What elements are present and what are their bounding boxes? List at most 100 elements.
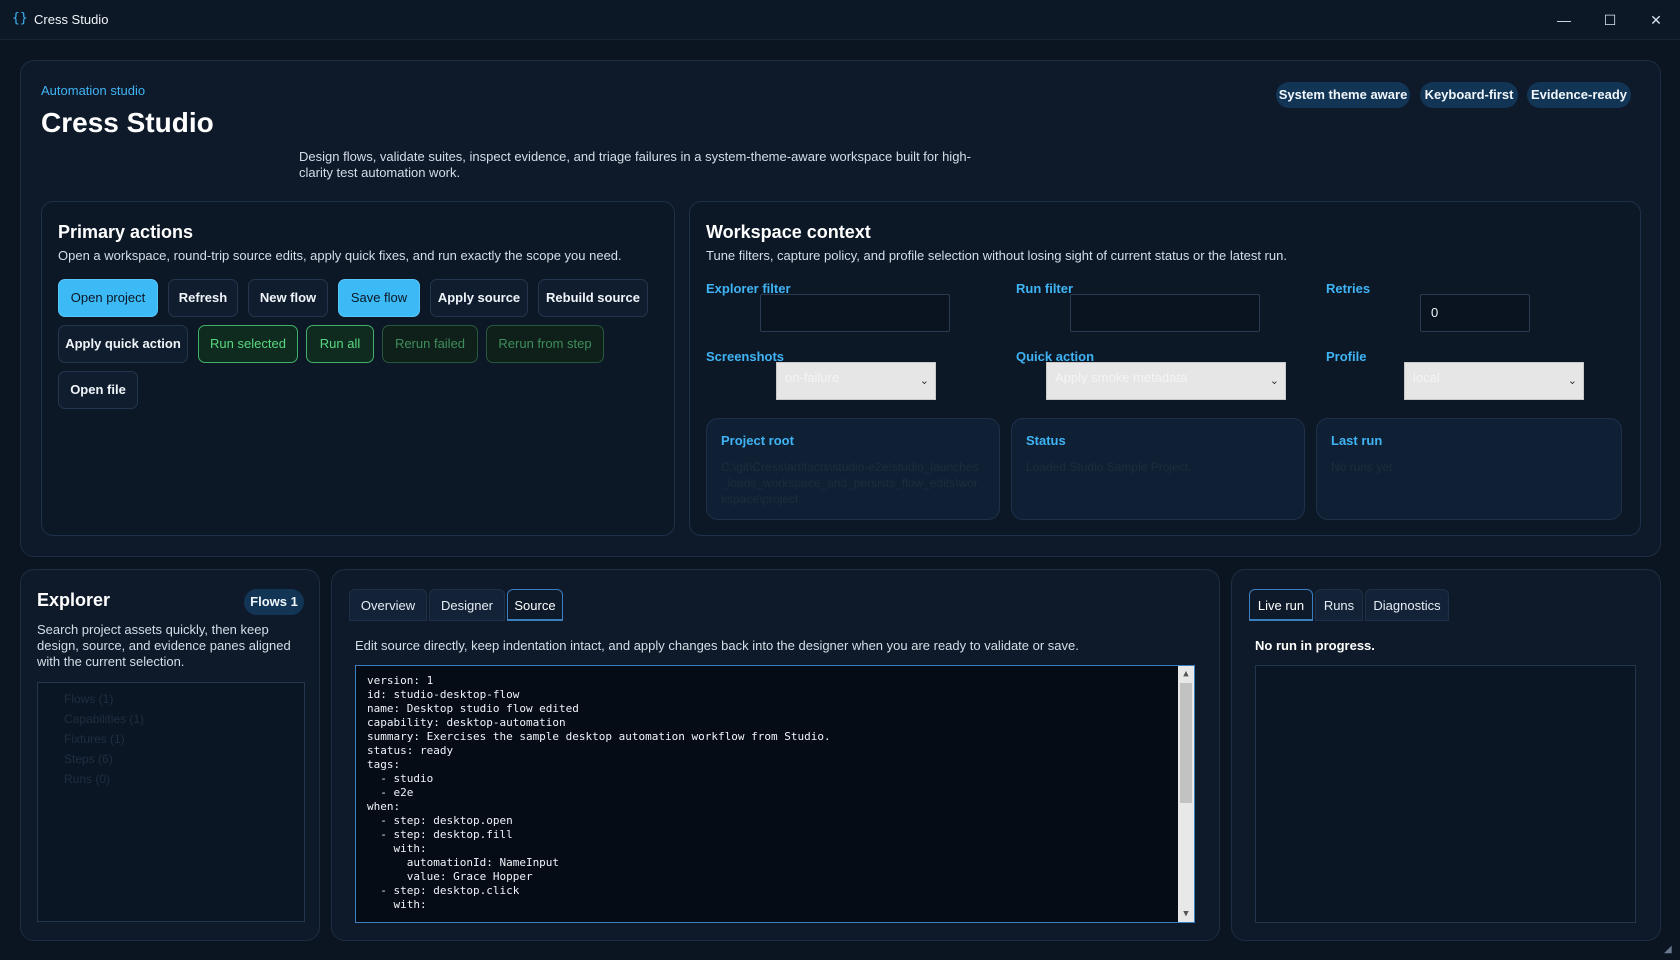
explorer-subtitle: Search project assets quickly, then keep… <box>37 622 291 669</box>
code-line: when: <box>367 800 401 813</box>
hero-eyebrow: Automation studio <box>41 83 146 98</box>
open-file-button[interactable]: Open file <box>58 371 138 409</box>
hero-description: Design flows, validate suites, inspect e… <box>299 149 971 180</box>
profile-label: Profile <box>1326 349 1367 364</box>
code-line: - step: desktop.fill <box>367 828 513 841</box>
minimize-icon[interactable]: — <box>1554 10 1574 30</box>
last-run-label: Last run <box>1331 433 1383 448</box>
run-status-text: No run in progress. <box>1255 638 1375 653</box>
scroll-thumb[interactable] <box>1180 683 1192 803</box>
chevron-down-icon: ⌄ <box>919 375 929 387</box>
retries-input[interactable]: 0 <box>1420 294 1530 332</box>
screenshots-select[interactable]: on-failure ⌄ <box>776 362 936 400</box>
tree-item-runs[interactable]: Runs (0) <box>64 772 110 786</box>
status-card: Status Loaded Studio Sample Project. <box>1011 418 1305 520</box>
screenshots-label: Screenshots <box>706 349 785 364</box>
explorer-title: Explorer <box>37 590 111 610</box>
project-root-value: C:\git\Cress\artifacts\studio-e2e\studio… <box>721 460 979 506</box>
new-flow-button[interactable]: New flow <box>248 279 328 317</box>
tab-runs[interactable]: Runs <box>1315 589 1363 621</box>
braces-icon: {} <box>12 11 28 26</box>
code-line: name: Desktop studio flow edited <box>367 702 579 715</box>
scroll-up-icon[interactable]: ▲ <box>1178 666 1194 682</box>
code-line: summary: Exercises the sample desktop au… <box>367 730 831 743</box>
rerun-from-step-button[interactable]: Rerun from step <box>486 325 604 363</box>
code-line: tags: <box>367 758 401 771</box>
code-line: - step: desktop.click <box>367 884 520 897</box>
chevron-down-icon: ⌄ <box>1567 375 1577 387</box>
run-filter-input[interactable] <box>1070 294 1260 332</box>
code-line: version: 1 <box>367 674 434 687</box>
editor-panel: Overview Designer Source Edit source dir… <box>331 569 1220 941</box>
tab-overview[interactable]: Overview <box>349 589 427 621</box>
flows-count-badge: Flows 1 <box>244 589 304 615</box>
primary-actions-card: Primary actions Open a workspace, round-… <box>41 201 675 536</box>
apply-quick-action-button[interactable]: Apply quick action <box>58 325 188 363</box>
workspace-context-title: Workspace context <box>706 222 871 242</box>
rerun-failed-button[interactable]: Rerun failed <box>382 325 478 363</box>
retries-label: Retries <box>1326 281 1371 296</box>
tree-item-steps[interactable]: Steps (6) <box>64 752 113 766</box>
scroll-down-icon[interactable]: ▼ <box>1178 906 1194 922</box>
page-title: Cress Studio <box>41 107 214 138</box>
tree-item-flows[interactable]: Flows (1) <box>64 692 113 706</box>
pill-evidence-ready: Evidence-ready <box>1527 82 1631 108</box>
source-hint: Edit source directly, keep indentation i… <box>355 638 1079 653</box>
resize-grip-icon[interactable]: ◢ <box>1664 944 1672 955</box>
code-line: value: Grace Hopper <box>367 870 533 883</box>
apply-source-button[interactable]: Apply source <box>430 279 528 317</box>
tab-live-run[interactable]: Live run <box>1249 589 1313 621</box>
tab-diagnostics[interactable]: Diagnostics <box>1365 589 1449 621</box>
project-root-label: Project root <box>721 433 794 448</box>
code-line: - step: desktop.open <box>367 814 513 827</box>
explorer-tree: Flows (1) Capabilities (1) Fixtures (1) … <box>37 682 305 922</box>
editor-scrollbar[interactable]: ▲ ▼ <box>1178 666 1194 922</box>
run-filter-label: Run filter <box>1016 281 1074 296</box>
last-run-card: Last run No runs yet <box>1316 418 1622 520</box>
code-line: - studio <box>367 772 434 785</box>
run-all-button[interactable]: Run all <box>306 325 374 363</box>
profile-select[interactable]: local ⌄ <box>1404 362 1584 400</box>
source-editor[interactable]: version: 1 id: studio-desktop-flow name: D… <box>355 665 1195 923</box>
code-line: id: studio-desktop-flow <box>367 688 520 701</box>
save-flow-button[interactable]: Save flow <box>338 279 420 317</box>
open-project-button[interactable]: Open project <box>58 279 158 317</box>
primary-actions-title: Primary actions <box>58 222 194 242</box>
window-title: Cress Studio <box>34 12 109 27</box>
pill-system-theme: System theme aware <box>1276 82 1410 108</box>
workspace-context-card: Workspace context Tune filters, capture … <box>689 201 1641 536</box>
code-line: automationId: NameInput <box>367 856 560 869</box>
primary-actions-subtitle: Open a workspace, round-trip source edit… <box>58 248 622 263</box>
code-line: with: <box>367 898 427 911</box>
screenshots-select-value: on-failure <box>785 370 840 385</box>
explorer-filter-input[interactable] <box>760 294 950 332</box>
workspace-context-subtitle: Tune filters, capture policy, and profil… <box>706 248 1287 263</box>
code-line: capability: desktop-automation <box>367 716 566 729</box>
status-value: Loaded Studio Sample Project. <box>1026 460 1192 474</box>
chevron-down-icon: ⌄ <box>1269 375 1279 387</box>
status-label: Status <box>1026 433 1066 448</box>
tree-item-capabilities[interactable]: Capabilities (1) <box>64 712 144 726</box>
profile-select-value: local <box>1413 370 1440 385</box>
code-line: status: ready <box>367 744 454 757</box>
quick-action-select-value: Apply smoke metadata <box>1055 370 1188 385</box>
maximize-icon[interactable]: ☐ <box>1600 10 1620 30</box>
run-selected-button[interactable]: Run selected <box>198 325 298 363</box>
run-panel: Live run Runs Diagnostics No run in prog… <box>1231 569 1661 941</box>
tab-designer[interactable]: Designer <box>429 589 505 621</box>
hero-panel: Automation studio Cress Studio Design fl… <box>20 60 1661 557</box>
tree-item-fixtures[interactable]: Fixtures (1) <box>64 732 125 746</box>
refresh-button[interactable]: Refresh <box>168 279 238 317</box>
tab-source[interactable]: Source <box>507 589 563 621</box>
code-line: - e2e <box>367 786 414 799</box>
project-root-card: Project root C:\git\Cress\artifacts\stud… <box>706 418 1000 520</box>
run-log-area <box>1255 665 1636 923</box>
code-line: with: <box>367 842 427 855</box>
pill-keyboard-first: Keyboard-first <box>1420 82 1518 108</box>
explorer-panel: Explorer Flows 1 Search project assets q… <box>20 569 320 941</box>
close-icon[interactable]: ✕ <box>1646 10 1666 30</box>
last-run-value: No runs yet <box>1331 460 1393 474</box>
quick-action-select[interactable]: Apply smoke metadata ⌄ <box>1046 362 1286 400</box>
title-bar: {} Cress Studio — ☐ ✕ <box>0 0 1680 40</box>
rebuild-source-button[interactable]: Rebuild source <box>538 279 648 317</box>
